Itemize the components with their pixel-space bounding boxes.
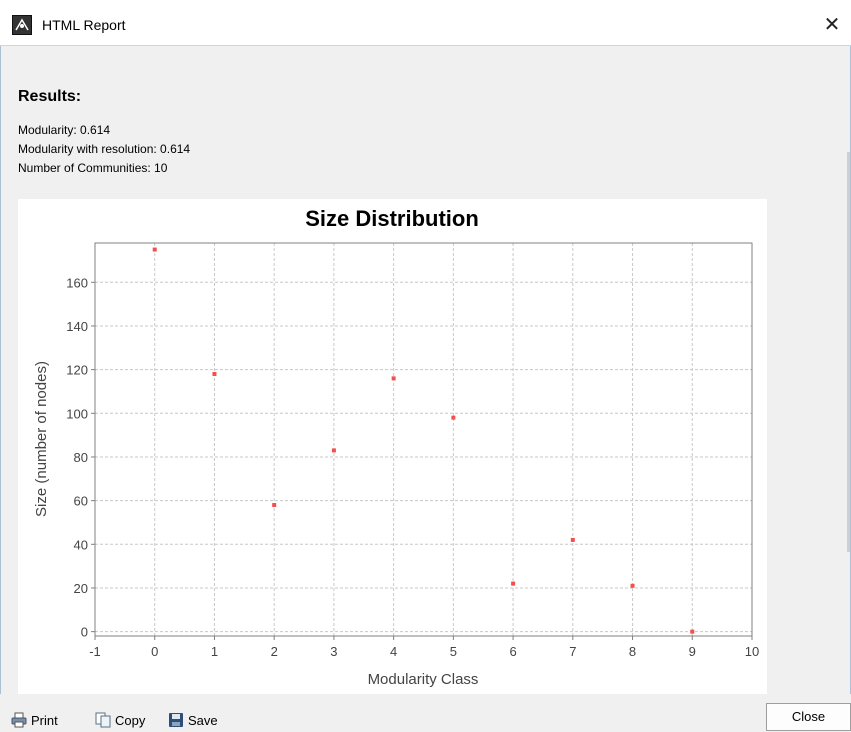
y-tick-label: 80	[74, 450, 88, 465]
x-tick-label: 5	[450, 644, 457, 659]
chart-svg: Size Distribution -1 0 1 2 3 4 5 6 7 8 9 10 0204060…	[33, 206, 759, 688]
x-tick-label: 4	[390, 644, 397, 659]
plot-area	[94, 242, 753, 637]
save-label: Save	[188, 712, 218, 728]
data-point	[570, 537, 575, 542]
data-point	[272, 503, 277, 507]
x-tick-label: 7	[569, 644, 576, 659]
data-point	[331, 448, 336, 453]
x-tick-label: 6	[509, 644, 516, 659]
copy-button[interactable]: Copy	[95, 711, 145, 729]
data-point	[630, 583, 635, 588]
save-button[interactable]: Save	[168, 711, 218, 729]
y-tick-label: 120	[66, 363, 88, 378]
x-tick-label: 9	[689, 644, 696, 659]
y-tick-label: 0	[81, 625, 88, 640]
y-tick-label: 160	[66, 275, 88, 290]
copy-label: Copy	[115, 712, 146, 728]
chart-title: Size Distribution	[305, 206, 479, 231]
title-bar: HTML Report ✕	[0, 0, 851, 46]
window-close-icon[interactable]: ✕	[818, 11, 846, 39]
x-axis-label: Modularity Class	[368, 671, 479, 688]
y-axis-label: Size (number of nodes)	[33, 361, 50, 517]
print-label: Print	[31, 712, 58, 728]
floppy-disk-icon	[168, 712, 184, 728]
stat-communities: Number of Communities: 10	[18, 161, 168, 175]
data-point	[391, 376, 396, 381]
x-tick-label: 10	[745, 644, 759, 659]
y-tick-label: 140	[66, 319, 88, 334]
results-heading: Results:	[18, 88, 82, 105]
y-tick-label: 60	[74, 494, 88, 509]
data-point	[212, 372, 217, 376]
printer-icon	[11, 712, 27, 728]
data-point	[511, 581, 516, 586]
close-button[interactable]: Close	[766, 703, 851, 731]
y-tick-label: 40	[74, 537, 88, 552]
y-tick-label: 100	[66, 406, 88, 421]
size-distribution-chart: Size Distribution -1 0 1 2 3 4 5 6 7 8 9 10 0 20 40 60…	[18, 199, 767, 694]
x-tick-label: 8	[629, 644, 636, 659]
y-axis-ticks: 0 20 40 60 80 100 120 140 160	[66, 275, 95, 640]
stat-modularity: Modularity: 0.614	[18, 123, 111, 137]
print-button[interactable]: Print	[11, 711, 58, 729]
vertical-scrollbar[interactable]	[847, 152, 850, 552]
data-point	[451, 415, 456, 420]
app-icon	[12, 15, 32, 35]
x-tick-label: 1	[211, 644, 218, 659]
data-point	[690, 629, 695, 634]
y-tick-label: 20	[74, 581, 88, 596]
x-tick-label: -1	[89, 644, 101, 659]
data-points	[152, 247, 695, 634]
x-tick-label: 3	[330, 644, 337, 659]
x-tick-label: 0	[151, 644, 158, 659]
copy-icon	[95, 712, 111, 728]
data-point	[152, 247, 157, 252]
x-axis-ticks: -1 0 1 2 3 4 5 6 7 8 9 10	[89, 636, 759, 659]
stat-modularity-resolution: Modularity with resolution: 0.614	[18, 142, 191, 156]
window-title: HTML Report	[42, 17, 126, 33]
x-tick-label: 2	[271, 644, 278, 659]
chart-grid	[95, 243, 752, 636]
